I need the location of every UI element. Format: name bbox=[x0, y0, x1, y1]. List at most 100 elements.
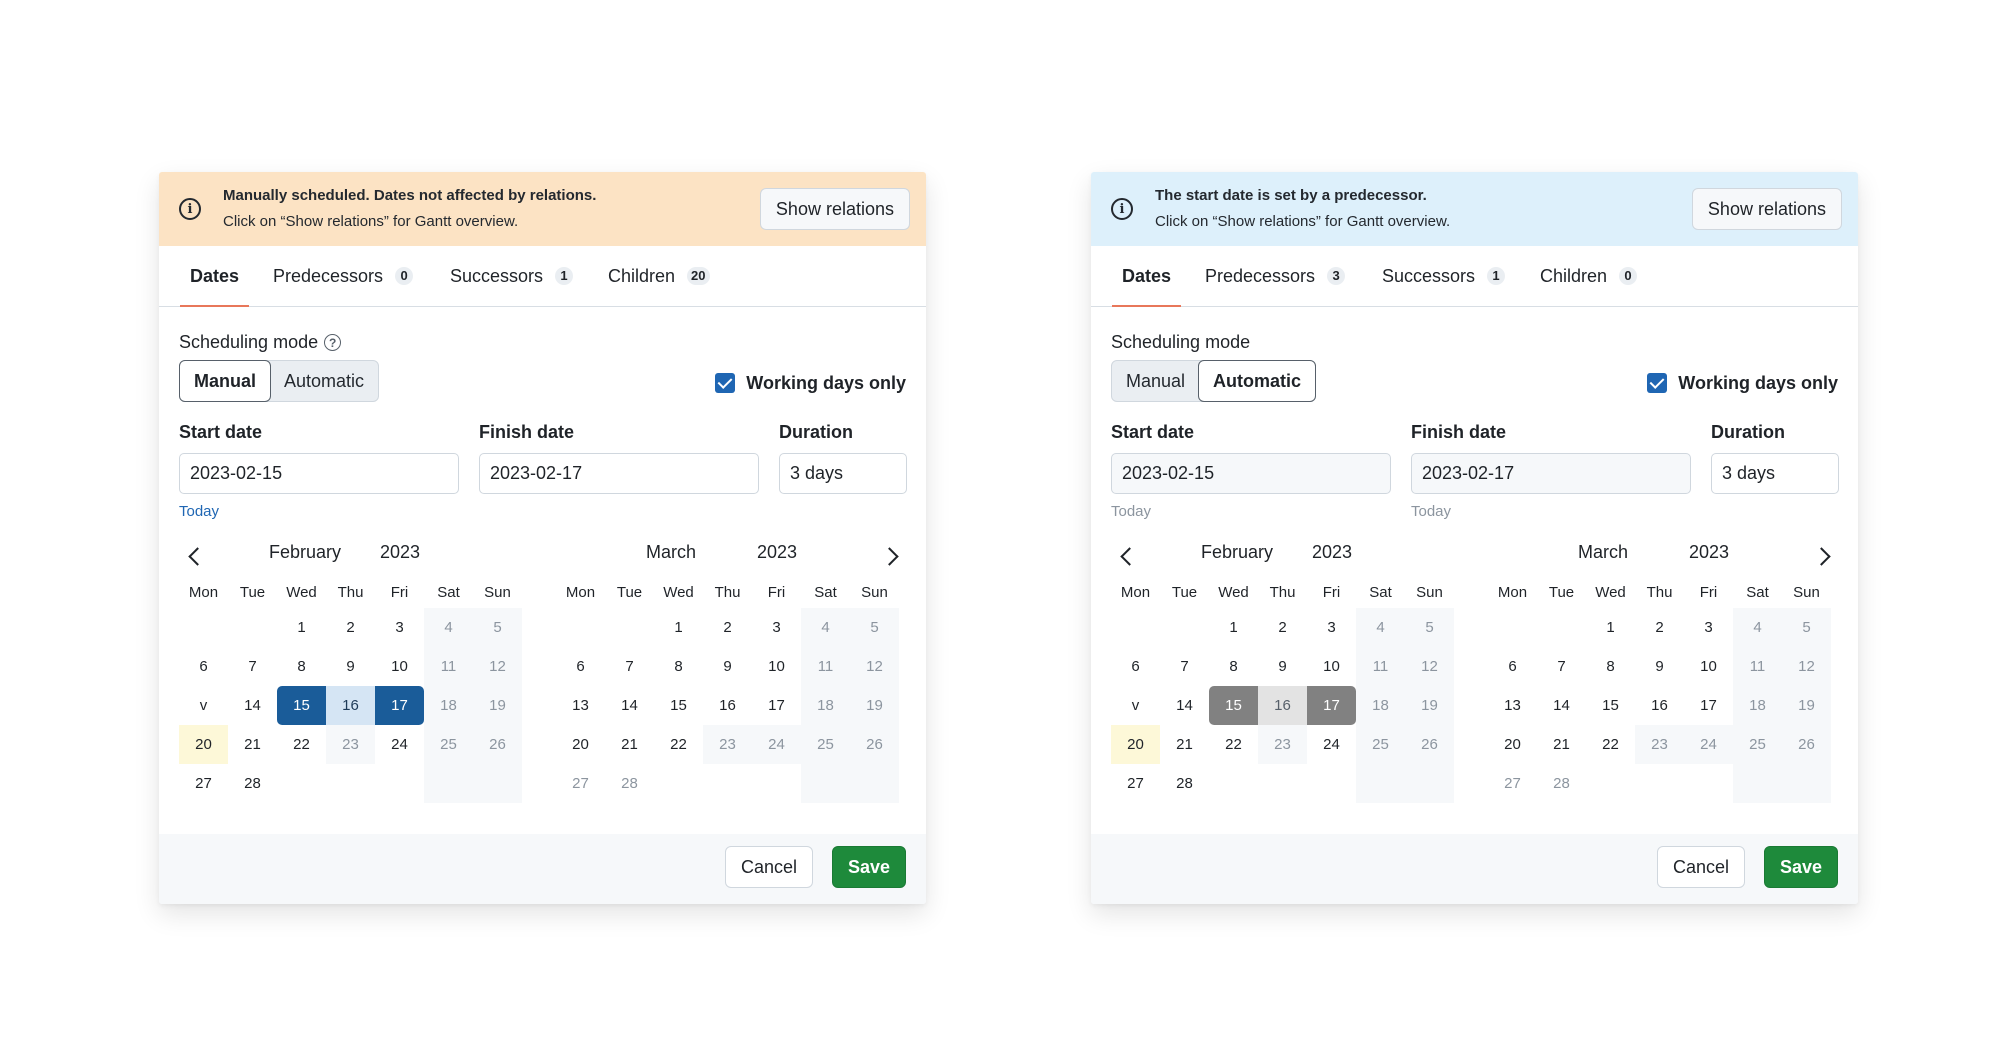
calendar-day[interactable]: 2 bbox=[1258, 608, 1307, 647]
calendar-day[interactable]: 24 bbox=[1307, 725, 1356, 764]
calendar-day[interactable]: 5 bbox=[473, 608, 522, 647]
calendar-day[interactable]: 12 bbox=[1405, 647, 1454, 686]
calendar-day[interactable]: 10 bbox=[375, 647, 424, 686]
selected-start-day[interactable]: 15 bbox=[277, 686, 326, 725]
calendar-day[interactable]: 28 bbox=[228, 764, 277, 803]
calendar-day[interactable]: 19 bbox=[1782, 686, 1831, 725]
calendar-day[interactable]: 6 bbox=[1488, 647, 1537, 686]
help-icon[interactable]: ? bbox=[324, 334, 342, 351]
calendar-day[interactable]: 10 bbox=[1307, 647, 1356, 686]
tab-children[interactable]: Children 0 bbox=[1540, 246, 1638, 306]
calendar-day[interactable]: 1 bbox=[654, 608, 703, 647]
calendar-day[interactable]: 16 bbox=[1635, 686, 1684, 725]
calendar-day[interactable]: 15 bbox=[1586, 686, 1635, 725]
calendar-day[interactable]: 24 bbox=[1684, 725, 1733, 764]
calendar-day[interactable]: 18 bbox=[424, 686, 473, 725]
calendar-day[interactable]: 19 bbox=[1405, 686, 1454, 725]
start-date-input[interactable]: 2023-02-15 bbox=[179, 453, 459, 494]
selected-end-day[interactable]: 17 bbox=[375, 686, 424, 725]
calendar-day[interactable]: 23 bbox=[1258, 725, 1307, 764]
calendar-day[interactable]: 4 bbox=[424, 608, 473, 647]
calendar-day[interactable]: 17 bbox=[1684, 686, 1733, 725]
calendar-day[interactable]: 14 bbox=[228, 686, 277, 725]
mode-manual-option[interactable]: Manual bbox=[179, 360, 272, 402]
calendar-day[interactable]: 16 bbox=[703, 686, 752, 725]
calendar-day[interactable]: 22 bbox=[1586, 725, 1635, 764]
calendar-day[interactable]: 10 bbox=[752, 647, 801, 686]
calendar-day[interactable]: 18 bbox=[1356, 686, 1405, 725]
calendar-day[interactable]: v bbox=[179, 686, 228, 725]
duration-input[interactable]: 3 days bbox=[779, 453, 907, 494]
calendar-day[interactable]: 11 bbox=[801, 647, 850, 686]
chevron-right-icon[interactable] bbox=[880, 547, 899, 566]
calendar-day[interactable]: v bbox=[1111, 686, 1160, 725]
calendar-day[interactable]: 14 bbox=[1160, 686, 1209, 725]
calendar-day[interactable]: 27 bbox=[1488, 764, 1537, 803]
calendar-day[interactable]: 2 bbox=[1635, 608, 1684, 647]
working-days-checkbox[interactable] bbox=[715, 373, 736, 393]
calendar-day[interactable]: 22 bbox=[654, 725, 703, 764]
calendar-day[interactable]: 17 bbox=[752, 686, 801, 725]
calendar-day[interactable]: 26 bbox=[1782, 725, 1831, 764]
calendar-day[interactable]: 18 bbox=[1733, 686, 1782, 725]
calendar-day[interactable]: 4 bbox=[801, 608, 850, 647]
calendar-day[interactable]: 9 bbox=[703, 647, 752, 686]
calendar-day[interactable]: 12 bbox=[473, 647, 522, 686]
calendar-day[interactable]: 8 bbox=[1209, 647, 1258, 686]
selected-start-day[interactable]: 15 bbox=[1209, 686, 1258, 725]
calendar-day[interactable]: 27 bbox=[1111, 764, 1160, 803]
calendar-day[interactable]: 25 bbox=[1733, 725, 1782, 764]
finish-date-input[interactable]: 2023-02-17 bbox=[1411, 453, 1691, 494]
calendar-day[interactable]: 1 bbox=[1586, 608, 1635, 647]
calendar-day[interactable]: 8 bbox=[1586, 647, 1635, 686]
calendar-day[interactable]: 3 bbox=[1684, 608, 1733, 647]
mode-manual-option[interactable]: Manual bbox=[1112, 361, 1199, 401]
calendar-day[interactable]: 13 bbox=[556, 686, 605, 725]
calendar-day[interactable]: 3 bbox=[752, 608, 801, 647]
calendar-day[interactable]: 9 bbox=[1635, 647, 1684, 686]
calendar-day[interactable]: 28 bbox=[605, 764, 654, 803]
calendar-day[interactable]: 23 bbox=[326, 725, 375, 764]
chevron-left-icon[interactable] bbox=[1120, 547, 1139, 566]
in-range-day[interactable]: 16 bbox=[326, 686, 375, 725]
working-days-checkbox[interactable] bbox=[1647, 373, 1668, 393]
calendar-day[interactable]: 14 bbox=[1537, 686, 1586, 725]
calendar-day[interactable]: 20 bbox=[179, 725, 228, 764]
finish-date-input[interactable]: 2023-02-17 bbox=[479, 453, 759, 494]
mode-automatic-option[interactable]: Automatic bbox=[270, 361, 378, 401]
working-days-only[interactable]: Working days only bbox=[715, 372, 906, 394]
calendar-day[interactable]: 11 bbox=[1356, 647, 1405, 686]
calendar-day[interactable]: 25 bbox=[801, 725, 850, 764]
calendar-day[interactable]: 22 bbox=[1209, 725, 1258, 764]
calendar-day[interactable]: 19 bbox=[473, 686, 522, 725]
calendar-day[interactable]: 9 bbox=[326, 647, 375, 686]
in-range-day[interactable]: 16 bbox=[1258, 686, 1307, 725]
calendar-day[interactable]: 10 bbox=[1684, 647, 1733, 686]
calendar-day[interactable]: 11 bbox=[1733, 647, 1782, 686]
calendar-day[interactable]: 20 bbox=[1488, 725, 1537, 764]
calendar-day[interactable]: 24 bbox=[375, 725, 424, 764]
calendar-day[interactable]: 8 bbox=[654, 647, 703, 686]
selected-end-day[interactable]: 17 bbox=[1307, 686, 1356, 725]
calendar-day[interactable]: 26 bbox=[473, 725, 522, 764]
calendar-day[interactable]: 28 bbox=[1537, 764, 1586, 803]
calendar-day[interactable]: 7 bbox=[228, 647, 277, 686]
calendar-day[interactable]: 6 bbox=[1111, 647, 1160, 686]
calendar-day[interactable]: 20 bbox=[1111, 725, 1160, 764]
calendar-day[interactable]: 12 bbox=[850, 647, 899, 686]
calendar-day[interactable]: 13 bbox=[1488, 686, 1537, 725]
calendar-day[interactable]: 21 bbox=[1160, 725, 1209, 764]
calendar-day[interactable]: 7 bbox=[605, 647, 654, 686]
calendar-day[interactable]: 4 bbox=[1356, 608, 1405, 647]
calendar-day[interactable]: 26 bbox=[850, 725, 899, 764]
calendar-day[interactable]: 2 bbox=[326, 608, 375, 647]
calendar-day[interactable]: 22 bbox=[277, 725, 326, 764]
chevron-right-icon[interactable] bbox=[1812, 547, 1831, 566]
calendar-day[interactable]: 24 bbox=[752, 725, 801, 764]
save-button[interactable]: Save bbox=[1763, 846, 1838, 888]
tab-children[interactable]: Children 20 bbox=[608, 246, 710, 306]
tab-dates[interactable]: Dates bbox=[1111, 246, 1182, 307]
calendar-day[interactable]: 5 bbox=[1782, 608, 1831, 647]
duration-input[interactable]: 3 days bbox=[1711, 453, 1839, 494]
calendar-day[interactable]: 20 bbox=[556, 725, 605, 764]
